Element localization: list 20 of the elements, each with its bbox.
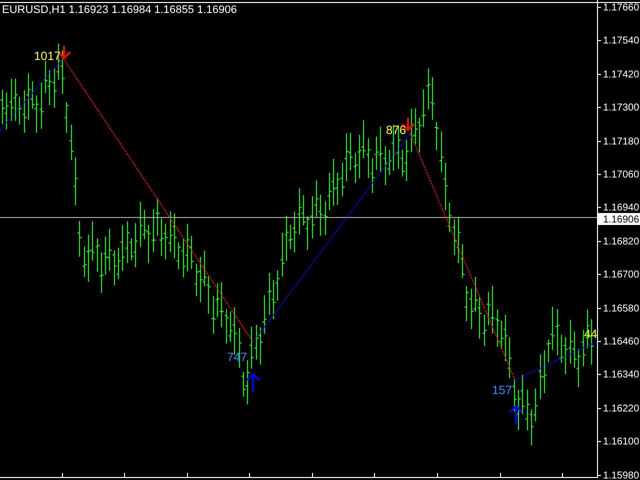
price-label: 1.16100: [603, 436, 640, 448]
up-arrow-icon: [246, 372, 260, 393]
price-label: 1.17660: [603, 2, 640, 14]
price-label: 1.16820: [603, 236, 640, 248]
chart-header: EURUSD,H1 1.16923 1.16984 1.16855 1.16906: [2, 4, 237, 16]
price-label: 1.15980: [603, 470, 640, 480]
zigzag-label: 157: [492, 383, 512, 397]
price-label: 1.16940: [603, 202, 640, 214]
price-label: 1.16460: [603, 336, 640, 348]
price-label: 1.17060: [603, 170, 640, 180]
price-label: 1.17540: [603, 36, 640, 46]
price-label: 1.16340: [603, 370, 640, 380]
price-label: 1.17420: [603, 70, 640, 80]
up-arrow-icon: [509, 404, 523, 425]
price-label: 1.16220: [603, 404, 640, 414]
price-label: 1.17180: [603, 136, 640, 148]
price-label: 1.16700: [603, 270, 640, 280]
price-label: 1.16580: [603, 304, 640, 314]
current-price-label: 1.16906: [598, 213, 640, 226]
price-label: 1.17300: [603, 102, 640, 114]
